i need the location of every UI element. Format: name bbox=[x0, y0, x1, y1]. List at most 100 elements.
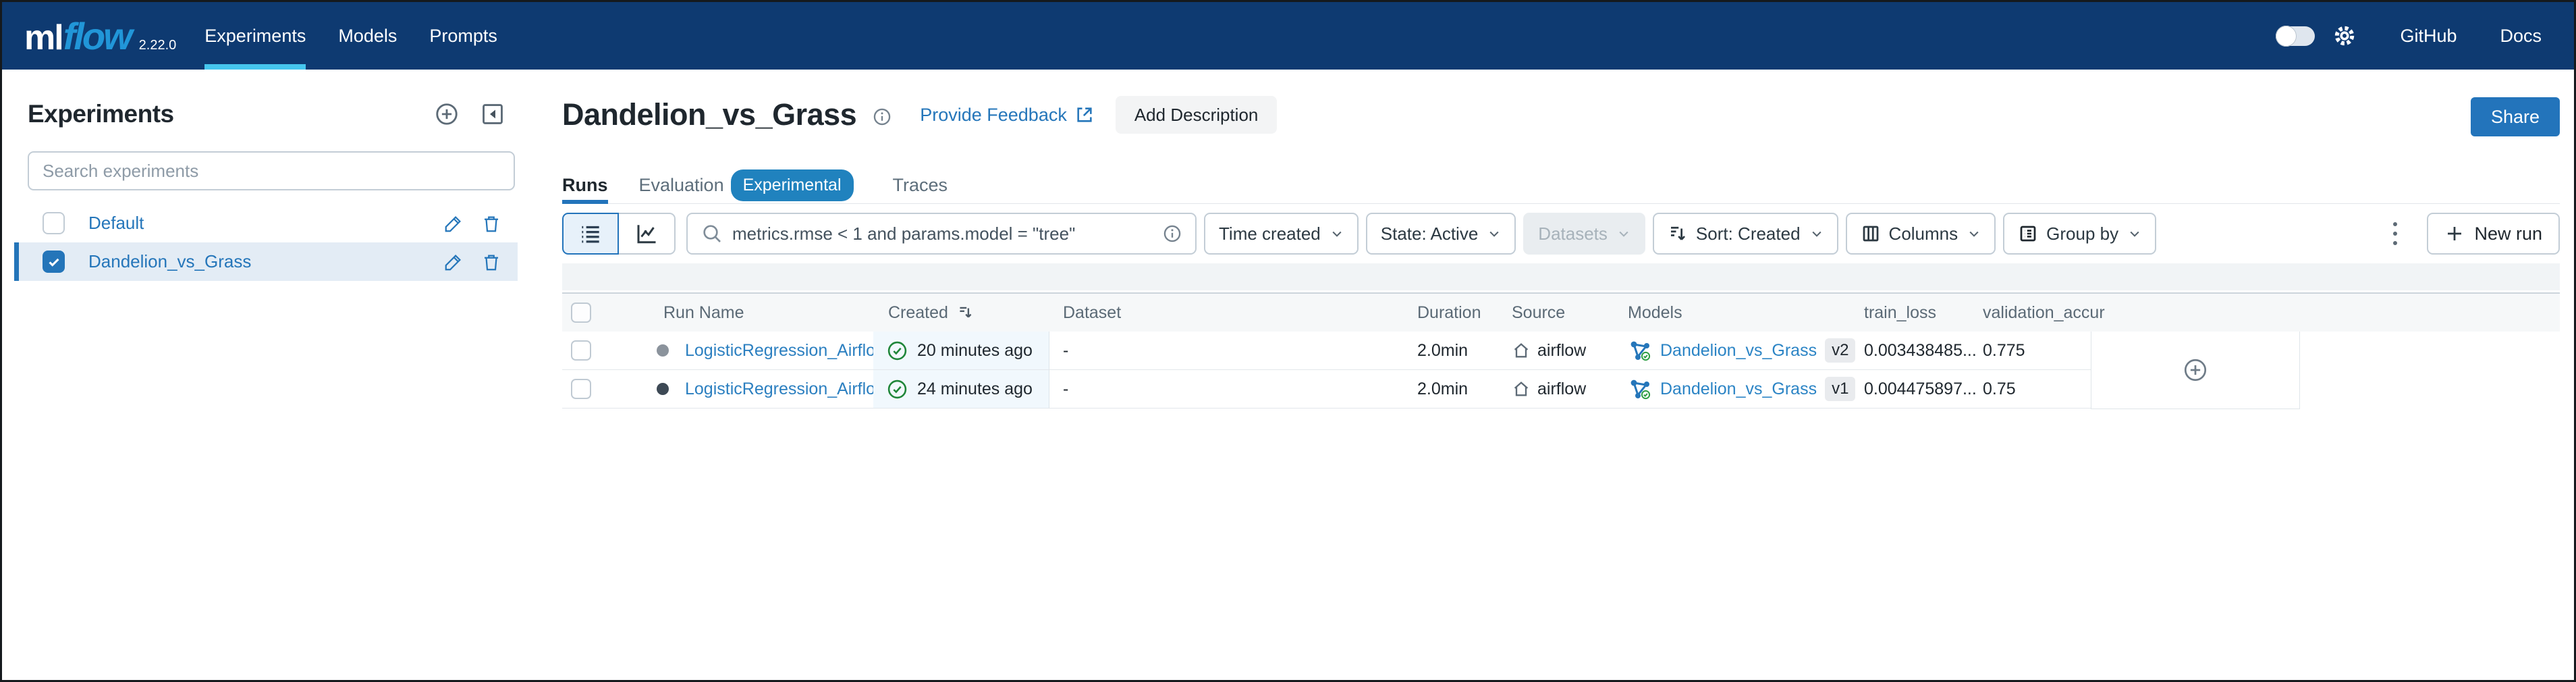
datasets-filter-label: Datasets bbox=[1538, 224, 1608, 244]
row-select-cell bbox=[562, 332, 650, 369]
run-finished-icon bbox=[887, 340, 908, 361]
duration-cell: 2.0min bbox=[1409, 332, 1504, 369]
columns-selector[interactable]: Columns bbox=[1846, 213, 1996, 255]
experiment-header: Dandelion_vs_Grass Provide Feedback Add … bbox=[562, 93, 2560, 136]
add-column-cell[interactable] bbox=[2091, 332, 2300, 409]
experiment-name[interactable]: Dandelion_vs_Grass bbox=[88, 251, 426, 272]
nav-item-models[interactable]: Models bbox=[338, 2, 397, 70]
external-link-icon bbox=[1075, 105, 1094, 124]
theme-toggle[interactable] bbox=[2276, 26, 2315, 46]
add-description-button[interactable]: Add Description bbox=[1116, 96, 1278, 134]
mlflow-window: ml flow 2.22.0 Experiments Models Prompt… bbox=[0, 0, 2576, 682]
nav-item-experiments[interactable]: Experiments bbox=[204, 2, 306, 70]
run-row: LogisticRegression_Airflow 24 minutes ag… bbox=[562, 370, 2091, 409]
rename-experiment-icon[interactable] bbox=[443, 252, 464, 272]
column-header-duration[interactable]: Duration bbox=[1409, 294, 1504, 332]
chevron-down-icon bbox=[1330, 227, 1344, 240]
run-name-link[interactable]: LogisticRegression_Airflow bbox=[685, 341, 887, 361]
source-value[interactable]: airflow bbox=[1537, 341, 1586, 361]
run-finished-icon bbox=[887, 379, 908, 400]
select-all-checkbox[interactable] bbox=[571, 303, 591, 323]
share-button[interactable]: Share bbox=[2471, 97, 2560, 136]
dataset-cell: - bbox=[1049, 370, 1409, 408]
tab-runs[interactable]: Runs bbox=[562, 167, 608, 203]
group-by-icon bbox=[2018, 224, 2038, 244]
experiments-sidebar: Experiments Default bbox=[14, 93, 518, 281]
new-run-button[interactable]: New run bbox=[2427, 213, 2560, 255]
provide-feedback-label: Provide Feedback bbox=[920, 105, 1067, 126]
experiment-actions bbox=[426, 252, 501, 272]
rename-experiment-icon[interactable] bbox=[443, 213, 464, 234]
info-icon[interactable] bbox=[873, 107, 892, 126]
experiment-list-item-default[interactable]: Default bbox=[14, 204, 518, 242]
tab-traces[interactable]: Traces bbox=[893, 167, 948, 203]
chevron-down-icon bbox=[2128, 227, 2141, 240]
sort-selector[interactable]: Sort: Created bbox=[1653, 213, 1838, 255]
logo-flow-text: flow bbox=[63, 14, 131, 58]
run-status-dot bbox=[657, 344, 669, 357]
source-value[interactable]: airflow bbox=[1537, 379, 1586, 399]
train-loss-cell: 0.004475897... bbox=[1855, 370, 1976, 408]
docs-link[interactable]: Docs bbox=[2500, 26, 2542, 47]
source-cell: airflow bbox=[1504, 332, 1618, 369]
search-info-icon[interactable] bbox=[1163, 224, 1182, 243]
gear-icon[interactable] bbox=[2332, 24, 2357, 48]
experiment-checkbox[interactable] bbox=[43, 251, 65, 273]
run-name-cell: LogisticRegression_Airflow bbox=[650, 332, 873, 369]
time-created-label: Time created bbox=[1219, 224, 1321, 244]
create-experiment-icon[interactable] bbox=[434, 101, 460, 127]
created-cell: 20 minutes ago bbox=[873, 332, 1049, 369]
state-filter[interactable]: State: Active bbox=[1366, 213, 1516, 255]
delete-experiment-icon[interactable] bbox=[481, 213, 501, 234]
nav-item-prompts[interactable]: Prompts bbox=[429, 2, 497, 70]
chevron-down-icon bbox=[1617, 227, 1630, 240]
provide-feedback-link[interactable]: Provide Feedback bbox=[920, 105, 1094, 126]
home-icon bbox=[1512, 379, 1531, 398]
table-body: LogisticRegression_Airflow 20 minutes ag… bbox=[562, 332, 2560, 409]
column-header-created[interactable]: Created bbox=[873, 294, 1049, 332]
view-mode-switcher bbox=[562, 213, 676, 255]
theme-toggle-knob bbox=[2276, 26, 2297, 47]
collapse-sidebar-icon[interactable] bbox=[480, 101, 505, 127]
run-name-link[interactable]: LogisticRegression_Airflow bbox=[685, 379, 887, 399]
mlflow-logo[interactable]: ml flow 2.22.0 bbox=[24, 14, 176, 58]
model-link[interactable]: Dandelion_vs_Grass bbox=[1660, 341, 1817, 361]
model-version-badge: v2 bbox=[1825, 338, 1855, 363]
search-experiments-input[interactable] bbox=[43, 161, 500, 182]
sidebar-search-box bbox=[28, 151, 515, 190]
registered-model-icon bbox=[1628, 338, 1652, 363]
group-by-selector[interactable]: Group by bbox=[2003, 213, 2156, 255]
tab-evaluation[interactable]: Evaluation bbox=[639, 167, 724, 203]
github-link[interactable]: GitHub bbox=[2400, 26, 2457, 47]
column-header-run-name[interactable]: Run Name bbox=[650, 294, 873, 332]
column-header-models[interactable]: Models bbox=[1618, 294, 1855, 332]
column-header-train-loss[interactable]: train_loss bbox=[1855, 294, 1976, 332]
models-cell: Dandelion_vs_Grass v1 bbox=[1618, 370, 1855, 408]
more-options-icon[interactable] bbox=[2389, 219, 2401, 248]
runs-search-box bbox=[686, 213, 1197, 255]
plus-icon bbox=[2444, 224, 2465, 244]
chart-view-button[interactable] bbox=[619, 213, 676, 255]
column-header-validation-accuracy[interactable]: validation_accur bbox=[1976, 294, 2091, 332]
experiment-list-item-dandelion[interactable]: Dandelion_vs_Grass bbox=[14, 242, 518, 281]
datasets-filter[interactable]: Datasets bbox=[1523, 213, 1645, 255]
delete-experiment-icon[interactable] bbox=[481, 252, 501, 272]
runs-toolbar: Time created State: Active Datasets Sort… bbox=[562, 213, 2560, 255]
list-view-button[interactable] bbox=[562, 213, 619, 255]
experiment-page: Dandelion_vs_Grass Provide Feedback Add … bbox=[562, 93, 2560, 409]
registered-model-icon bbox=[1628, 377, 1652, 401]
sort-selector-label: Sort: Created bbox=[1696, 224, 1801, 244]
row-checkbox[interactable] bbox=[571, 379, 591, 399]
model-link[interactable]: Dandelion_vs_Grass bbox=[1660, 379, 1817, 399]
experimental-badge[interactable]: Experimental bbox=[731, 169, 854, 201]
experiment-name[interactable]: Default bbox=[88, 213, 426, 234]
navbar: ml flow 2.22.0 Experiments Models Prompt… bbox=[2, 2, 2574, 70]
experiment-checkbox[interactable] bbox=[43, 212, 65, 234]
sidebar-header: Experiments bbox=[14, 93, 518, 135]
created-header-label: Created bbox=[888, 303, 948, 323]
runs-search-input[interactable] bbox=[732, 224, 1163, 244]
column-header-dataset[interactable]: Dataset bbox=[1049, 294, 1409, 332]
row-checkbox[interactable] bbox=[571, 340, 591, 361]
time-created-filter[interactable]: Time created bbox=[1204, 213, 1359, 255]
column-header-source[interactable]: Source bbox=[1504, 294, 1618, 332]
